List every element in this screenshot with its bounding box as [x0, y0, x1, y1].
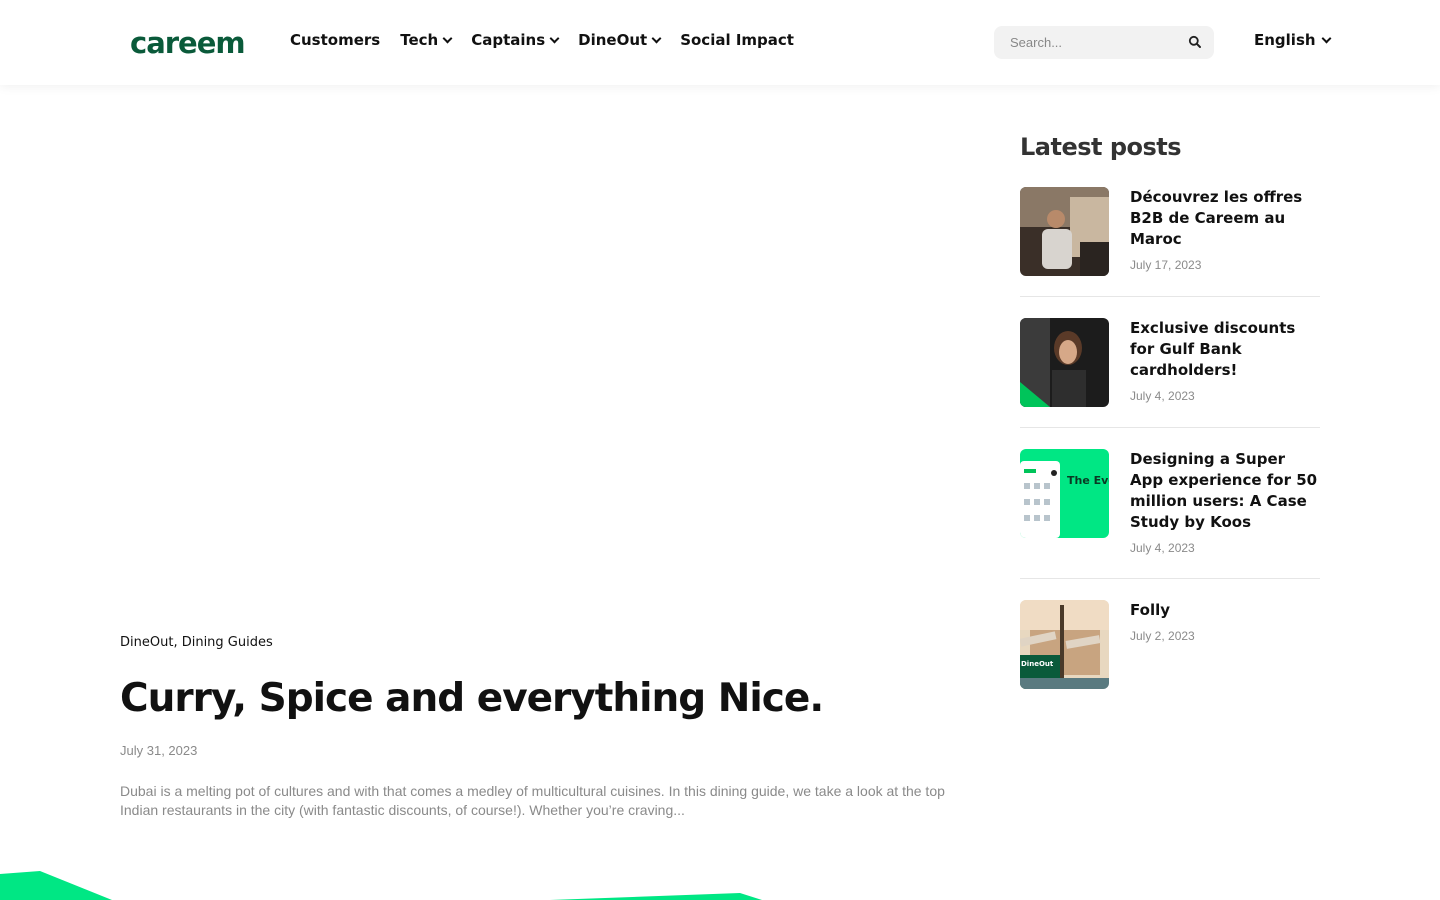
- nav-item-social-impact[interactable]: Social Impact: [680, 31, 794, 49]
- post-title[interactable]: Designing a Super App experience for 50 …: [1130, 449, 1320, 533]
- search-input[interactable]: [994, 26, 1164, 59]
- sidebar-title: Latest posts: [1020, 133, 1182, 161]
- article-categories: DineOut, Dining Guides: [120, 635, 273, 650]
- post-date: July 4, 2023: [1130, 389, 1195, 403]
- chevron-down-icon: [651, 33, 662, 43]
- post-body: Folly July 2, 2023: [1130, 600, 1320, 689]
- post-thumbnail[interactable]: DineOut: [1020, 600, 1109, 689]
- nav-item-tech[interactable]: Tech: [400, 31, 453, 49]
- nav-item-captains[interactable]: Captains: [471, 31, 560, 49]
- thumb-text: DineOut: [1021, 660, 1054, 668]
- thumb-text: The Everyth App.: [1067, 475, 1109, 487]
- post-title[interactable]: Exclusive discounts for Gulf Bank cardho…: [1130, 318, 1320, 381]
- category-link-dineout[interactable]: DineOut: [120, 635, 173, 650]
- latest-post-item[interactable]: Exclusive discounts for Gulf Bank cardho…: [1020, 318, 1320, 428]
- nav-item-label: Captains: [471, 31, 546, 49]
- nav-item-label: Tech: [400, 31, 439, 49]
- nav-item-label: Customers: [290, 31, 381, 49]
- featured-image[interactable]: [120, 100, 970, 620]
- category-link-dining-guides[interactable]: Dining Guides: [182, 635, 273, 650]
- chevron-down-icon: [549, 33, 560, 43]
- post-thumbnail[interactable]: [1020, 318, 1109, 407]
- post-date: July 17, 2023: [1130, 258, 1202, 272]
- chevron-down-icon: [1321, 33, 1332, 43]
- article-date: July 31, 2023: [120, 743, 198, 758]
- search-icon[interactable]: [1188, 35, 1202, 49]
- language-selector[interactable]: English: [1254, 31, 1332, 49]
- nav-item-label: DineOut: [578, 31, 648, 49]
- latest-post-item[interactable]: The Everyth App. Designing a Super App e…: [1020, 449, 1320, 579]
- post-title[interactable]: Folly: [1130, 600, 1320, 621]
- language-label: English: [1254, 31, 1316, 49]
- main-nav: Customers Tech Captains DineOut Social I…: [290, 31, 794, 49]
- logo-text: careem: [130, 26, 246, 60]
- post-thumbnail[interactable]: The Everyth App.: [1020, 449, 1109, 538]
- nav-item-label: Social Impact: [680, 31, 794, 49]
- post-date: July 4, 2023: [1130, 541, 1195, 555]
- chevron-down-icon: [442, 33, 453, 43]
- search-box: [994, 26, 1214, 59]
- post-title[interactable]: Découvrez les offres B2B de Careem au Ma…: [1130, 187, 1320, 250]
- footer-decoration: [0, 871, 762, 900]
- nav-item-customers[interactable]: Customers: [290, 31, 380, 49]
- nav-item-dineout[interactable]: DineOut: [578, 31, 662, 49]
- post-body: Designing a Super App experience for 50 …: [1130, 449, 1320, 578]
- article-excerpt: Dubai is a melting pot of cultures and w…: [120, 783, 945, 818]
- latest-post-item[interactable]: DineOut Folly July 2, 2023: [1020, 600, 1320, 689]
- post-body: Exclusive discounts for Gulf Bank cardho…: [1130, 318, 1320, 427]
- article-title[interactable]: Curry, Spice and everything Nice.: [120, 676, 824, 721]
- careem-logo[interactable]: careem: [130, 26, 246, 60]
- site-header: careem Customers Tech Captains DineOut S…: [0, 0, 1440, 85]
- latest-post-item[interactable]: Découvrez les offres B2B de Careem au Ma…: [1020, 187, 1320, 297]
- post-body: Découvrez les offres B2B de Careem au Ma…: [1130, 187, 1320, 296]
- category-separator: ,: [173, 635, 182, 650]
- post-thumbnail[interactable]: [1020, 187, 1109, 276]
- post-date: July 2, 2023: [1130, 629, 1195, 643]
